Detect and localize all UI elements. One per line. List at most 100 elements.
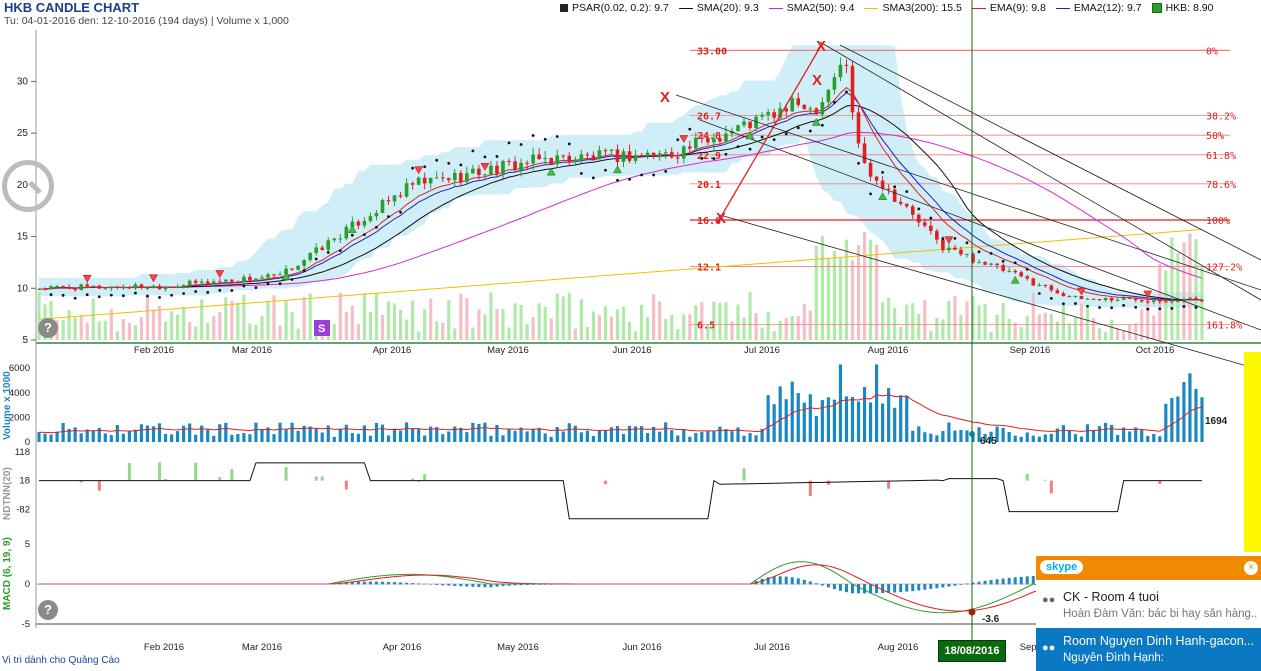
- price-volume-bar: [380, 315, 385, 340]
- volume-bar: [121, 433, 125, 442]
- candle-body: [254, 278, 258, 281]
- price-volume-bar: [856, 245, 861, 340]
- psar-dot: [616, 178, 619, 182]
- psar-dot: [1074, 302, 1077, 305]
- psar-dot: [1122, 303, 1126, 307]
- candle-body: [404, 183, 409, 197]
- price-x-tick: Apr 2016: [373, 345, 412, 356]
- volume-bar: [965, 430, 969, 442]
- psar-dot: [194, 290, 198, 293]
- candle-body: [639, 155, 644, 157]
- price-volume-bar: [832, 251, 837, 340]
- volume-bar: [1091, 430, 1096, 442]
- candle-body: [904, 203, 909, 207]
- psar-dot: [206, 290, 210, 294]
- ad-placeholder-text: Vi tri dành cho Quảng Cáo: [2, 655, 120, 666]
- candle-body: [1061, 293, 1066, 297]
- ndtnn-bar: [127, 462, 131, 481]
- macd-histogram-bar: [844, 584, 848, 593]
- price-volume-bar: [230, 300, 234, 340]
- macd-histogram-bar: [489, 584, 493, 588]
- candle-body: [543, 157, 547, 160]
- psar-dot: [808, 129, 812, 133]
- volume-last-value: 1694: [1205, 416, 1228, 427]
- macd-histogram-bar: [875, 584, 879, 594]
- skype-header[interactable]: skype ×: [1036, 556, 1261, 580]
- pivot-x-marker: X: [812, 72, 822, 89]
- candle-body: [844, 64, 849, 66]
- psar-dot: [941, 237, 945, 241]
- price-volume-bar: [724, 302, 728, 340]
- volume-bar: [459, 427, 463, 442]
- candle-body: [398, 195, 403, 197]
- price-help-icon[interactable]: ?: [38, 318, 58, 338]
- volume-bar: [694, 433, 698, 442]
- candle-body: [1151, 300, 1156, 302]
- volume-bar: [766, 395, 770, 442]
- candle-body: [736, 125, 740, 132]
- psar-dot: [73, 296, 77, 300]
- price-volume-bar: [374, 292, 379, 340]
- candle-body: [513, 161, 517, 171]
- volume-bar: [814, 416, 818, 442]
- price-volume-bar: [224, 297, 228, 340]
- volume-bar: [627, 425, 632, 442]
- macd-histogram-bar: [863, 584, 867, 594]
- volume-bar: [712, 431, 716, 442]
- candle-body: [139, 284, 144, 289]
- side-ad-bar: [1244, 352, 1261, 552]
- volume-bar: [537, 427, 541, 442]
- price-volume-bar: [79, 315, 83, 340]
- candle-body: [446, 178, 451, 181]
- ndtnn-bar: [826, 480, 830, 485]
- price-volume-bar: [176, 314, 180, 340]
- macd-histogram-bar: [887, 584, 891, 593]
- price-volume-bar: [97, 321, 101, 340]
- psar-dot: [1037, 292, 1041, 295]
- volume-bar: [887, 388, 891, 442]
- ndtnn-bar: [314, 476, 318, 481]
- price-volume-bar: [579, 299, 583, 340]
- psar-dot: [748, 147, 752, 151]
- price-volume-bar: [513, 303, 517, 340]
- price-volume-bar: [266, 301, 270, 340]
- psar-dot: [893, 185, 897, 189]
- price-volume-bar: [206, 322, 210, 340]
- macd-help-icon[interactable]: ?: [38, 600, 58, 620]
- skype-chat-item-active[interactable]: ●● Room Nguyen Dinh Hanh-gacon... Nguyễn…: [1036, 628, 1261, 671]
- price-volume-bar: [959, 314, 963, 340]
- macd-x-tick: Jul 2016: [754, 642, 790, 653]
- candle-body: [169, 286, 174, 288]
- price-volume-bar: [332, 324, 336, 340]
- price-volume-bar: [543, 306, 547, 340]
- psar-dot: [929, 216, 933, 220]
- fib-level-label: 78.6%: [1206, 180, 1236, 191]
- fib-level-label: 38.2%: [1206, 112, 1236, 123]
- candle-body: [832, 77, 837, 90]
- volume-bar: [646, 433, 650, 442]
- candle-body: [495, 165, 499, 174]
- volume-bar: [543, 433, 547, 442]
- volume-bar: [272, 434, 276, 442]
- price-volume-bar: [519, 304, 523, 340]
- volume-bar: [579, 432, 583, 442]
- volume-bar: [881, 403, 885, 442]
- close-icon[interactable]: ×: [1244, 561, 1258, 575]
- zoom-magnifier-icon[interactable]: [2, 160, 54, 212]
- psar-dot: [375, 225, 378, 229]
- volume-bar: [808, 394, 812, 442]
- volume-bar: [941, 431, 945, 442]
- price-volume-bar: [633, 331, 638, 340]
- candle-body: [452, 172, 457, 181]
- ndtnn-bar: [158, 462, 162, 481]
- macd-histogram-bar: [471, 584, 475, 587]
- candle-body: [91, 285, 96, 287]
- price-volume-bar: [356, 324, 360, 340]
- ndtnn-y-tick: 118: [15, 447, 30, 458]
- ndtnn-bar: [1049, 480, 1053, 494]
- volume-bar: [157, 423, 162, 442]
- volume-bar: [856, 401, 861, 442]
- candle-body: [1001, 265, 1005, 271]
- volume-bar: [242, 433, 246, 442]
- candle-body: [706, 138, 710, 143]
